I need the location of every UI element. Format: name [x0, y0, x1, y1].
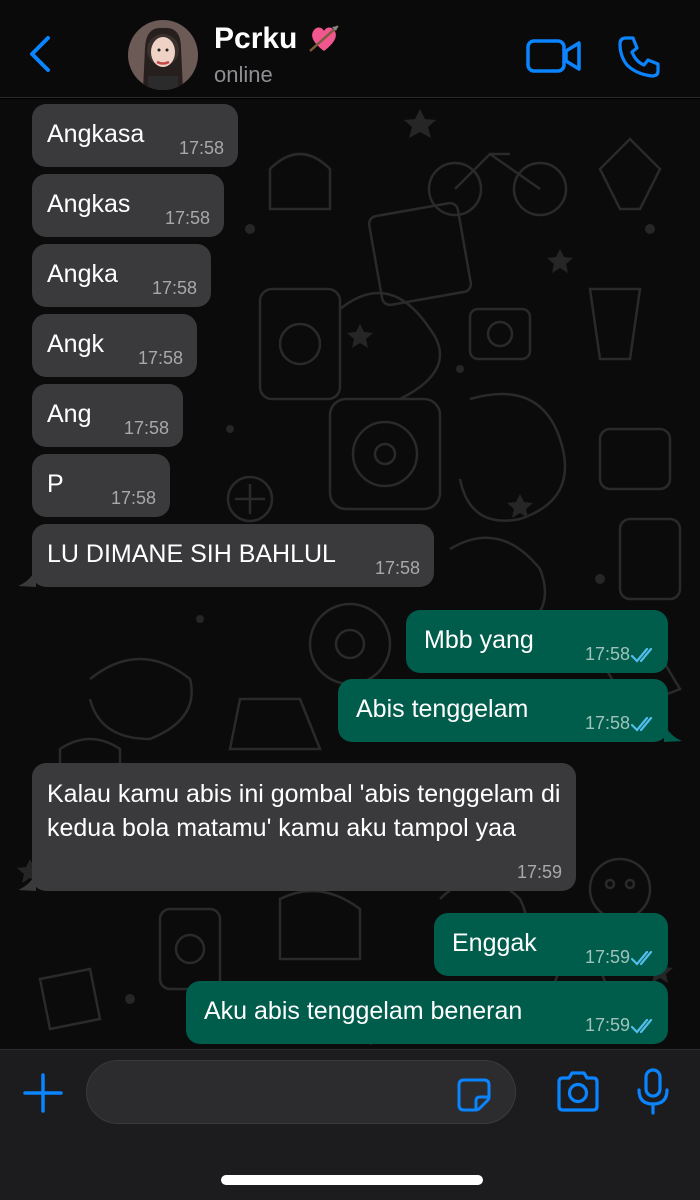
- double-check-read-icon: [630, 716, 653, 732]
- message-time: 17:58: [584, 644, 630, 664]
- contact-status: online: [214, 62, 273, 87]
- double-check-read-icon: [630, 950, 653, 966]
- message-text: Angkas: [47, 190, 131, 218]
- message-time: 17:58: [164, 208, 210, 228]
- message-time: 17:58: [110, 488, 156, 508]
- message-text: LU DIMANE SIH BAHLUL: [47, 540, 336, 568]
- message-bubble-incoming[interactable]: LU DIMANE SIH BAHLUL 17:58: [32, 524, 434, 587]
- message-bubble-incoming[interactable]: P 17:58: [32, 454, 170, 517]
- phone-icon[interactable]: [616, 34, 662, 80]
- sticker-icon[interactable]: [456, 1077, 492, 1113]
- message-time: 17:58: [584, 713, 630, 733]
- bubble-tail: [664, 724, 682, 742]
- camera-icon[interactable]: [555, 1070, 601, 1114]
- message-input[interactable]: [86, 1060, 516, 1124]
- message-time: 17:59: [516, 862, 562, 882]
- contact-name: Pcrku: [214, 22, 298, 55]
- message-bubble-incoming[interactable]: Angkasa 17:58: [32, 104, 238, 167]
- message-text: Aku abis tenggelam beneran: [204, 997, 523, 1025]
- message-text: Angka: [47, 260, 118, 288]
- message-bubble-incoming[interactable]: Kalau kamu abis ini gombal 'abis tenggel…: [32, 763, 576, 891]
- message-bubble-outgoing[interactable]: Mbb yang 17:58: [406, 610, 668, 673]
- double-check-read-icon: [630, 1018, 653, 1034]
- message-bubble-incoming[interactable]: Angk 17:58: [32, 314, 197, 377]
- double-check-read-icon: [630, 647, 653, 663]
- message-text: Kalau kamu abis ini gombal 'abis tenggel…: [47, 780, 561, 842]
- message-text: Enggak: [452, 929, 537, 957]
- composer-bar: [0, 1049, 700, 1200]
- message-time: 17:58: [123, 418, 169, 438]
- message-text: Angk: [47, 330, 104, 358]
- message-text: Abis tenggelam: [356, 695, 529, 723]
- message-bubble-incoming[interactable]: Angka 17:58: [32, 244, 211, 307]
- message-bubble-outgoing[interactable]: Aku abis tenggelam beneran 17:59: [186, 981, 668, 1044]
- bubble-tail: [18, 873, 36, 891]
- message-time: 17:58: [137, 348, 183, 368]
- message-time: 17:58: [374, 558, 420, 578]
- message-time: 17:59: [584, 947, 630, 967]
- bubble-tail: [18, 569, 36, 587]
- message-text: Angkasa: [47, 120, 145, 148]
- message-text: P: [47, 470, 64, 498]
- message-text: Mbb yang: [424, 626, 534, 654]
- microphone-icon[interactable]: [636, 1068, 670, 1116]
- message-bubble-outgoing[interactable]: Enggak 17:59: [434, 913, 668, 976]
- message-time: 17:58: [151, 278, 197, 298]
- message-bubble-incoming[interactable]: Angkas 17:58: [32, 174, 224, 237]
- video-camera-icon[interactable]: [526, 38, 582, 74]
- avatar[interactable]: [128, 20, 198, 90]
- message-bubble-incoming[interactable]: Ang 17:58: [32, 384, 183, 447]
- message-time: 17:59: [584, 1015, 630, 1035]
- message-list[interactable]: Angkasa 17:58 Angkas 17:58 Angka 17:58 A…: [0, 99, 700, 1049]
- plus-icon[interactable]: [22, 1072, 64, 1114]
- message-bubble-outgoing[interactable]: Abis tenggelam 17:58: [338, 679, 668, 742]
- chat-header: Pcrku online: [0, 0, 700, 98]
- heart-with-arrow-icon: [309, 25, 340, 52]
- message-text: Ang: [47, 400, 92, 428]
- contact-title[interactable]: Pcrku: [214, 22, 341, 56]
- chevron-left-icon[interactable]: [26, 34, 56, 74]
- message-time: 17:58: [178, 138, 224, 158]
- home-indicator[interactable]: [221, 1175, 483, 1185]
